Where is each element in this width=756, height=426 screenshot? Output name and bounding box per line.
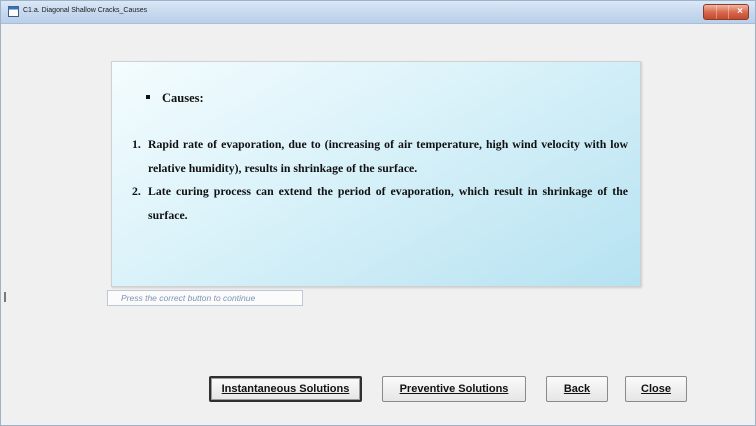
maximize-icon[interactable] [716,5,729,19]
title-bar[interactable]: C1.a. Diagonal Shallow Cracks_Causes × [1,1,755,24]
back-button[interactable]: Back [546,376,608,402]
back-label: Back [563,383,591,395]
cause-number: 2. [132,184,141,198]
edge-handle [4,292,6,302]
hint-text: Press the correct button to continue [121,293,256,303]
window-controls: × [703,4,749,20]
app-window: C1.a. Diagonal Shallow Cracks_Causes × C… [0,0,756,426]
causes-heading: Causes: [146,91,204,106]
causes-list: 1. Rapid rate of evaporation, due to (in… [132,133,628,227]
instantaneous-solutions-label: Instantaneous Solutions [221,383,350,395]
preventive-solutions-label: Preventive Solutions [399,383,509,395]
bullet-icon [146,95,150,100]
cause-text: Rapid rate of evaporation, due to (incre… [148,137,628,175]
causes-heading-text: Causes: [162,91,204,105]
preventive-solutions-button[interactable]: Preventive Solutions [382,376,526,402]
app-window-icon [8,6,19,17]
window-title: C1.a. Diagonal Shallow Cracks_Causes [23,7,148,14]
close-icon[interactable]: × [737,6,743,17]
causes-panel: Causes: 1. Rapid rate of evaporation, du… [111,61,641,287]
cause-text: Late curing process can extend the perio… [148,184,628,222]
cause-item: 1. Rapid rate of evaporation, due to (in… [132,133,628,180]
cause-item: 2. Late curing process can extend the pe… [132,180,628,227]
close-label: Close [641,383,671,395]
hint-textbox: Press the correct button to continue [107,290,303,306]
cause-number: 1. [132,137,141,151]
close-button[interactable]: Close [625,376,687,402]
instantaneous-solutions-button[interactable]: Instantaneous Solutions [209,376,362,402]
client-area: Causes: 1. Rapid rate of evaporation, du… [1,24,755,425]
